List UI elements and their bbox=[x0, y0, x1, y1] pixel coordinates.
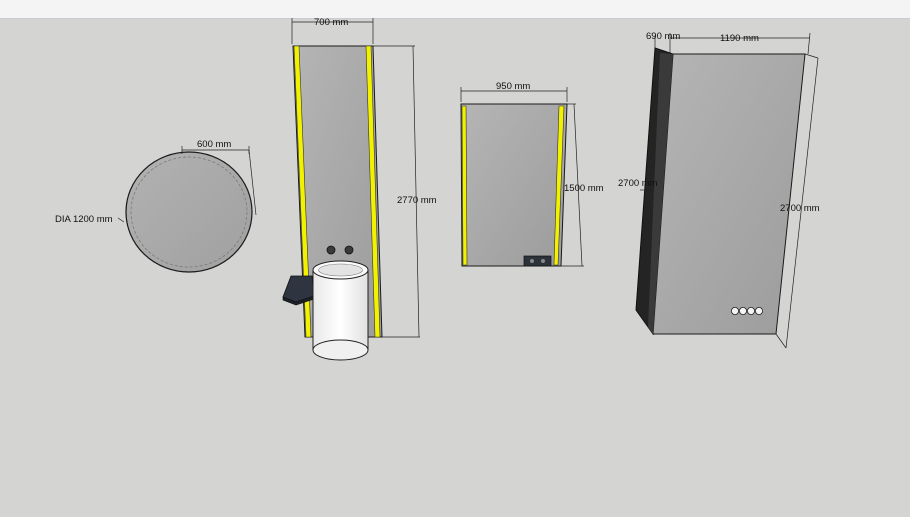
tall-mirror-knob-right bbox=[344, 245, 354, 255]
medium-mirror-face bbox=[460, 103, 568, 267]
medium-mirror[interactable] bbox=[460, 103, 568, 267]
dim-cabinet-width: 1190 mm bbox=[720, 33, 759, 44]
dim-cabinet-depth: 690 mm bbox=[646, 31, 680, 42]
shelf-bracket[interactable] bbox=[282, 275, 315, 306]
mirror-cabinet[interactable] bbox=[635, 47, 806, 336]
round-mirror-face bbox=[125, 151, 253, 273]
medium-mirror-control-box bbox=[523, 255, 552, 267]
round-mirror[interactable] bbox=[125, 151, 253, 273]
dim-medium-width: 950 mm bbox=[496, 81, 530, 92]
3d-model-viewport[interactable]: DIA 1200 mm 600 mm 700 mm 2770 mm 950 mm… bbox=[0, 0, 910, 512]
tall-mirror-knob-left bbox=[326, 245, 336, 255]
dim-cabinet-height-right: 2700 mm bbox=[780, 203, 820, 214]
cabinet-front-panel bbox=[652, 53, 806, 335]
dim-medium-height: 1500 mm bbox=[564, 183, 604, 194]
dim-cabinet-height-left: 2700 mm bbox=[618, 178, 658, 189]
dim-round-radius: 600 mm bbox=[197, 139, 231, 150]
dim-tall-height: 2770 mm bbox=[397, 195, 437, 206]
cylinder-basin[interactable] bbox=[312, 260, 369, 361]
scene-canvas: DIA 1200 mm 600 mm 700 mm 2770 mm 950 mm… bbox=[55, 17, 820, 361]
medium-mirror-led-left bbox=[461, 105, 468, 266]
dim-tall-width: 700 mm bbox=[314, 17, 348, 28]
dim-round-diameter: DIA 1200 mm bbox=[55, 214, 113, 225]
